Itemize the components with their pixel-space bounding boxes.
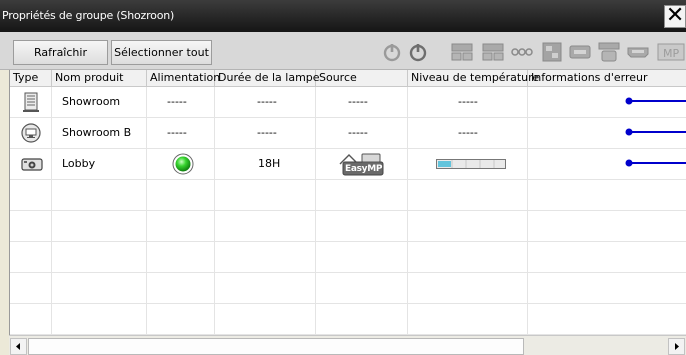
source-hdmi-icon[interactable] [626, 40, 650, 64]
source-value: ----- [348, 95, 368, 108]
column-header-type[interactable]: Type [10, 70, 52, 87]
window-title: Propriétés de groupe (Shozroon) [2, 9, 175, 22]
easymp-label: EasyMP [345, 164, 383, 174]
group-properties-window: Propriétés de groupe (Shozroon) ✕ Rafraî… [0, 0, 686, 355]
error-indicator-line [624, 156, 686, 173]
column-header-errors[interactable]: Informations d'erreur [528, 70, 686, 87]
title-bar: Propriétés de groupe (Shozroon) ✕ [0, 0, 686, 32]
select-all-button[interactable]: Sélectionner tout [111, 40, 212, 65]
horizontal-scrollbar[interactable] [9, 335, 686, 355]
toolbar: Rafraîchir Sélectionner tout MP [0, 32, 686, 70]
scroll-right-button[interactable] [668, 338, 685, 355]
lamp-hours: 18H [258, 157, 281, 170]
error-indicator-line [624, 94, 686, 111]
grid-line [10, 210, 686, 211]
scroll-left-button[interactable] [10, 338, 27, 355]
grid-line [10, 241, 686, 242]
source-easymp-icon[interactable]: MP [656, 40, 686, 64]
refresh-button[interactable]: Rafraîchir [13, 40, 108, 65]
table-header: Type Nom produit Alimentation Durée de l… [10, 70, 686, 87]
source-computer-2-icon[interactable] [481, 40, 505, 64]
green-status-led-icon [172, 153, 194, 178]
column-header-name[interactable]: Nom produit [52, 70, 147, 87]
mp-label: MP [663, 47, 679, 60]
scrollbar-thumb[interactable] [28, 338, 524, 355]
product-name: Lobby [62, 157, 96, 170]
source-computer-1-icon[interactable] [450, 40, 474, 64]
column-header-power[interactable]: Alimentation [147, 70, 220, 87]
power-off-icon[interactable] [406, 40, 430, 64]
column-header-lamp[interactable]: Durée de la lampe [215, 70, 320, 87]
power-status: ----- [167, 126, 187, 139]
temperature-value: ----- [458, 95, 478, 108]
lamp-hours: ----- [257, 126, 277, 139]
grid-line [10, 272, 686, 273]
table-row[interactable]: Lobby 18H EasyMP [10, 149, 686, 179]
easymp-source-icon: EasyMP [337, 152, 387, 176]
source-value: ----- [348, 126, 368, 139]
projector-list-table: Type Nom produit Alimentation Durée de l… [9, 70, 686, 335]
product-name: Showroom [62, 95, 121, 108]
error-indicator-line [624, 125, 686, 142]
power-on-icon[interactable] [380, 40, 404, 64]
column-header-source[interactable]: Source [316, 70, 408, 87]
source-svideo-icon[interactable] [540, 40, 564, 64]
source-video-icon[interactable] [510, 40, 534, 64]
table-row[interactable]: Showroom ----- ----- ----- ----- [10, 87, 686, 117]
grid-line [10, 303, 686, 304]
temperature-value: ----- [458, 126, 478, 139]
grid-line [10, 179, 686, 180]
source-dvi-icon[interactable] [597, 40, 621, 64]
monitor-icon [21, 123, 41, 146]
server-tower-icon [22, 92, 40, 115]
source-component-icon[interactable] [568, 40, 592, 64]
product-name: Showroom B [62, 126, 132, 139]
close-button[interactable]: ✕ [664, 5, 686, 28]
column-header-temperature[interactable]: Niveau de température [408, 70, 539, 87]
projector-icon [21, 156, 43, 175]
power-status: ----- [167, 95, 187, 108]
temperature-level-bar [436, 159, 506, 172]
table-row[interactable]: Showroom B ----- ----- ----- ----- [10, 118, 686, 148]
lamp-hours: ----- [257, 95, 277, 108]
